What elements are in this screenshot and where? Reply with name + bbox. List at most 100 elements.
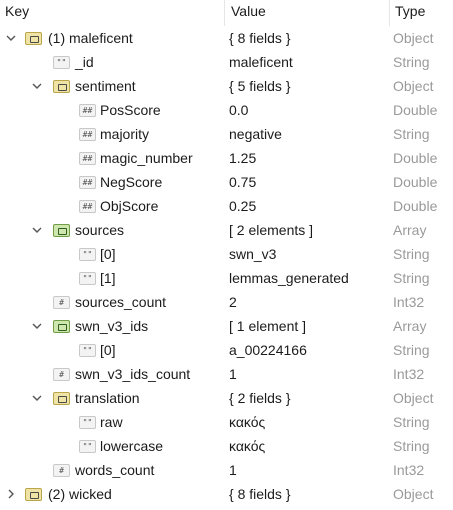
object-icon <box>53 392 70 405</box>
string-icon: "" <box>79 416 96 429</box>
document-tree: (1) maleficent { 8 fields } Object "" _i… <box>0 27 453 507</box>
field-value: 0.25 <box>229 198 257 214</box>
field-type: String <box>393 342 430 358</box>
tree-row-raw[interactable]: "" raw κακός String <box>0 411 453 435</box>
field-key: [0] <box>100 342 116 358</box>
field-value: { 2 fields } <box>229 390 291 406</box>
field-key: [0] <box>100 246 116 262</box>
tree-row-magic-number[interactable]: ## magic_number 1.25 Double <box>0 147 453 171</box>
number-icon: ## <box>79 200 96 213</box>
field-value: negative <box>229 126 282 142</box>
field-type: Double <box>393 198 438 214</box>
string-icon: "" <box>79 248 96 261</box>
object-icon <box>25 32 42 45</box>
field-type: String <box>393 270 430 286</box>
field-key: swn_v3_ids_count <box>75 366 191 382</box>
string-icon: "" <box>79 272 96 285</box>
field-type: String <box>393 438 430 454</box>
string-icon: "" <box>79 440 96 453</box>
chevron-down-icon[interactable] <box>31 392 43 404</box>
field-key: ObjScore <box>100 198 159 214</box>
tree-row-translation[interactable]: translation { 2 fields } Object <box>0 387 453 411</box>
field-value: swn_v3 <box>229 246 277 262</box>
chevron-down-icon[interactable] <box>5 32 17 44</box>
number-icon: ## <box>79 176 96 189</box>
key-column-header[interactable]: Key <box>5 3 29 19</box>
chevron-down-icon[interactable] <box>31 320 43 332</box>
tree-row-majority[interactable]: ## majority negative String <box>0 123 453 147</box>
field-value: 2 <box>229 294 237 310</box>
field-value: 0.75 <box>229 174 257 190</box>
column-header-bar: Key Value Type <box>0 0 453 26</box>
int-icon: # <box>53 464 70 477</box>
field-value: 0.0 <box>229 102 249 118</box>
chevron-down-icon[interactable] <box>31 224 43 236</box>
value-column-header[interactable]: Value <box>231 3 266 19</box>
tree-row-objscore[interactable]: ## ObjScore 0.25 Double <box>0 195 453 219</box>
field-value: κακός <box>229 438 266 454</box>
tree-row-swn-v3-ids-0[interactable]: "" [0] a_00224166 String <box>0 339 453 363</box>
tree-row-sources[interactable]: sources [ 2 elements ] Array <box>0 219 453 243</box>
field-type: Object <box>393 78 434 94</box>
field-type: String <box>393 126 430 142</box>
field-type: Object <box>393 30 434 46</box>
chevron-right-icon[interactable] <box>5 488 17 500</box>
tree-row-swn-v3-ids-count[interactable]: # swn_v3_ids_count 1 Int32 <box>0 363 453 387</box>
field-type: String <box>393 246 430 262</box>
column-divider[interactable] <box>389 0 390 26</box>
field-value: { 5 fields } <box>229 78 291 94</box>
field-key: sources <box>75 222 125 238</box>
tree-row-sources-count[interactable]: # sources_count 2 Int32 <box>0 291 453 315</box>
tree-row-swn-v3-ids[interactable]: swn_v3_ids [ 1 element ] Array <box>0 315 453 339</box>
object-icon <box>53 80 70 93</box>
object-icon <box>25 488 42 501</box>
field-value: a_00224166 <box>229 342 307 358</box>
field-type: Object <box>393 390 434 406</box>
field-type: Int32 <box>393 294 425 310</box>
field-type: Array <box>393 318 427 334</box>
field-key: translation <box>75 390 140 406</box>
field-key: sources_count <box>75 294 167 310</box>
field-key: PosScore <box>100 102 161 118</box>
field-type: String <box>393 54 430 70</box>
field-key: swn_v3_ids <box>75 318 149 334</box>
number-icon: ## <box>79 152 96 165</box>
field-type: Array <box>393 222 427 238</box>
number-icon: ## <box>79 128 96 141</box>
tree-row-sentiment[interactable]: sentiment { 5 fields } Object <box>0 75 453 99</box>
tree-row-wicked[interactable]: (2) wicked { 8 fields } Object <box>0 483 453 507</box>
field-key: (1) maleficent <box>48 30 133 46</box>
tree-row-id[interactable]: "" _id maleficent String <box>0 51 453 75</box>
field-value: { 8 fields } <box>229 30 291 46</box>
field-key: NegScore <box>100 174 163 190</box>
field-type: Int32 <box>393 462 425 478</box>
field-value: κακός <box>229 414 266 430</box>
field-value: [ 2 elements ] <box>229 222 314 238</box>
field-type: Int32 <box>393 366 425 382</box>
tree-row-words-count[interactable]: # words_count 1 Int32 <box>0 459 453 483</box>
field-key: (2) wicked <box>48 486 112 502</box>
int-icon: # <box>53 368 70 381</box>
number-icon: ## <box>79 104 96 117</box>
tree-row-sources-0[interactable]: "" [0] swn_v3 String <box>0 243 453 267</box>
chevron-down-icon[interactable] <box>31 80 43 92</box>
field-type: Double <box>393 102 438 118</box>
field-type: Double <box>393 150 438 166</box>
field-key: [1] <box>100 270 116 286</box>
column-divider[interactable] <box>224 0 225 26</box>
field-key: magic_number <box>100 150 193 166</box>
tree-row-lowercase[interactable]: "" lowercase κακός String <box>0 435 453 459</box>
string-icon: "" <box>53 56 70 69</box>
field-value: maleficent <box>229 54 293 70</box>
tree-row-sources-1[interactable]: "" [1] lemmas_generated String <box>0 267 453 291</box>
tree-row-posscore[interactable]: ## PosScore 0.0 Double <box>0 99 453 123</box>
field-key: lowercase <box>100 438 164 454</box>
array-icon <box>53 320 70 333</box>
string-icon: "" <box>79 344 96 357</box>
tree-row-negscore[interactable]: ## NegScore 0.75 Double <box>0 171 453 195</box>
field-key: sentiment <box>75 78 136 94</box>
field-key: words_count <box>75 462 155 478</box>
type-column-header[interactable]: Type <box>395 3 425 19</box>
field-value: 1 <box>229 366 237 382</box>
tree-row-maleficent[interactable]: (1) maleficent { 8 fields } Object <box>0 27 453 51</box>
